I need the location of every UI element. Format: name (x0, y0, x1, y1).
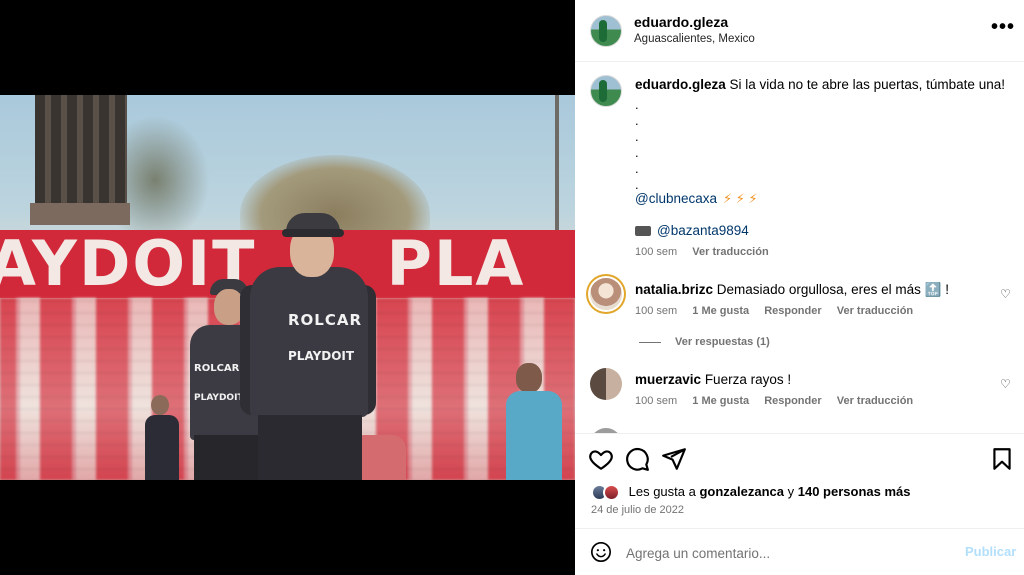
avatar[interactable] (590, 15, 622, 47)
heart-icon[interactable]: ♡ (1000, 377, 1011, 391)
post-date[interactable]: 24 de julio de 2022 (591, 504, 684, 516)
post-media[interactable]: AYDOIT PLA ROLCAR PLAYDOIT ROLCAR PLAYDO… (0, 0, 575, 575)
avatar[interactable] (590, 75, 622, 107)
jersey-sponsor: PLAYDOIT (194, 393, 244, 403)
reply-button[interactable]: Responder (764, 305, 821, 317)
comment-likes[interactable]: 1 Me gusta (692, 305, 749, 317)
comment-meta: 100 sem 1 Me gusta Responder Ver traducc… (635, 395, 914, 407)
instagram-post-modal: AYDOIT PLA ROLCAR PLAYDOIT ROLCAR PLAYDO… (0, 0, 1024, 575)
comments-section[interactable]: eduardo.gleza Si la vida no te abre las … (575, 63, 1024, 433)
jersey-sponsor: ROLCAR (194, 363, 240, 374)
player-main: ROLCAR PLAYDOIT (240, 205, 390, 480)
post-header: eduardo.gleza Aguascalientes, Mexico ••• (575, 0, 1024, 62)
comment-meta: 100 sem 1 Me gusta Responder Ver traducc… (635, 305, 914, 317)
jersey-sponsor: ROLCAR (288, 311, 363, 329)
comment-text: natalia.brizc Demasiado orgullosa, eres … (635, 282, 949, 297)
reply-button[interactable]: Responder (764, 395, 821, 407)
post-comment-button[interactable]: Publicar (965, 544, 1016, 559)
camera-icon (635, 226, 651, 237)
caption-meta: 100 sem Ver traducción (635, 246, 781, 258)
credit-link[interactable]: @bazanta9894 (657, 223, 749, 238)
caption-time: 100 sem (635, 246, 678, 258)
comment-username[interactable]: natalia.brizc (635, 282, 713, 297)
comment-likes[interactable]: 1 Me gusta (692, 395, 749, 407)
liker-username[interactable]: gonzalezanca (699, 484, 784, 499)
post-actions: Les gusta a gonzalezanca y 140 personas … (575, 433, 1024, 528)
avatar (603, 484, 620, 502)
avatar[interactable] (590, 278, 622, 310)
heart-icon[interactable]: ♡ (1000, 287, 1011, 301)
translate-link[interactable]: Ver traducción (692, 246, 768, 258)
heart-icon[interactable] (588, 446, 614, 472)
comment-username[interactable]: muerzavic (635, 372, 701, 387)
comment-input[interactable] (626, 542, 956, 564)
smiley-icon[interactable] (590, 541, 612, 563)
likes-summary[interactable]: Les gusta a gonzalezanca y 140 personas … (591, 484, 911, 502)
comment-text: muerzavic Fuerza rayos ! (635, 372, 792, 387)
caption-dots: . . . . . . (635, 97, 639, 192)
more-horizontal-icon[interactable]: ••• (991, 17, 1015, 37)
post-side-panel: eduardo.gleza Aguascalientes, Mexico •••… (575, 0, 1024, 575)
post-photo: AYDOIT PLA ROLCAR PLAYDOIT ROLCAR PLAYDO… (0, 95, 575, 480)
jersey-sponsor: PLAYDOIT (288, 349, 355, 363)
player-blue-vest (500, 363, 570, 480)
caption-text: Si la vida no te abre las puertas, túmba… (729, 77, 1005, 92)
view-replies-button[interactable]: Ver respuestas (1) (639, 336, 770, 348)
send-icon[interactable] (661, 446, 687, 472)
background-person (143, 395, 183, 480)
avatar[interactable] (590, 368, 622, 400)
add-comment-bar: Publicar (575, 528, 1024, 575)
stadium-tower (35, 95, 127, 205)
lightning-emoji: ⚡ ⚡ ⚡ (723, 191, 758, 206)
translate-link[interactable]: Ver traducción (837, 395, 913, 407)
bookmark-icon[interactable] (989, 446, 1015, 472)
post-location[interactable]: Aguascalientes, Mexico (634, 33, 755, 45)
comment-icon[interactable] (624, 446, 650, 472)
caption-username[interactable]: eduardo.gleza (635, 77, 726, 92)
author-username[interactable]: eduardo.gleza (634, 14, 728, 30)
likes-count[interactable]: 140 personas más (798, 484, 911, 499)
translate-link[interactable]: Ver traducción (837, 305, 913, 317)
mention-link[interactable]: @clubnecaxa (635, 191, 717, 206)
